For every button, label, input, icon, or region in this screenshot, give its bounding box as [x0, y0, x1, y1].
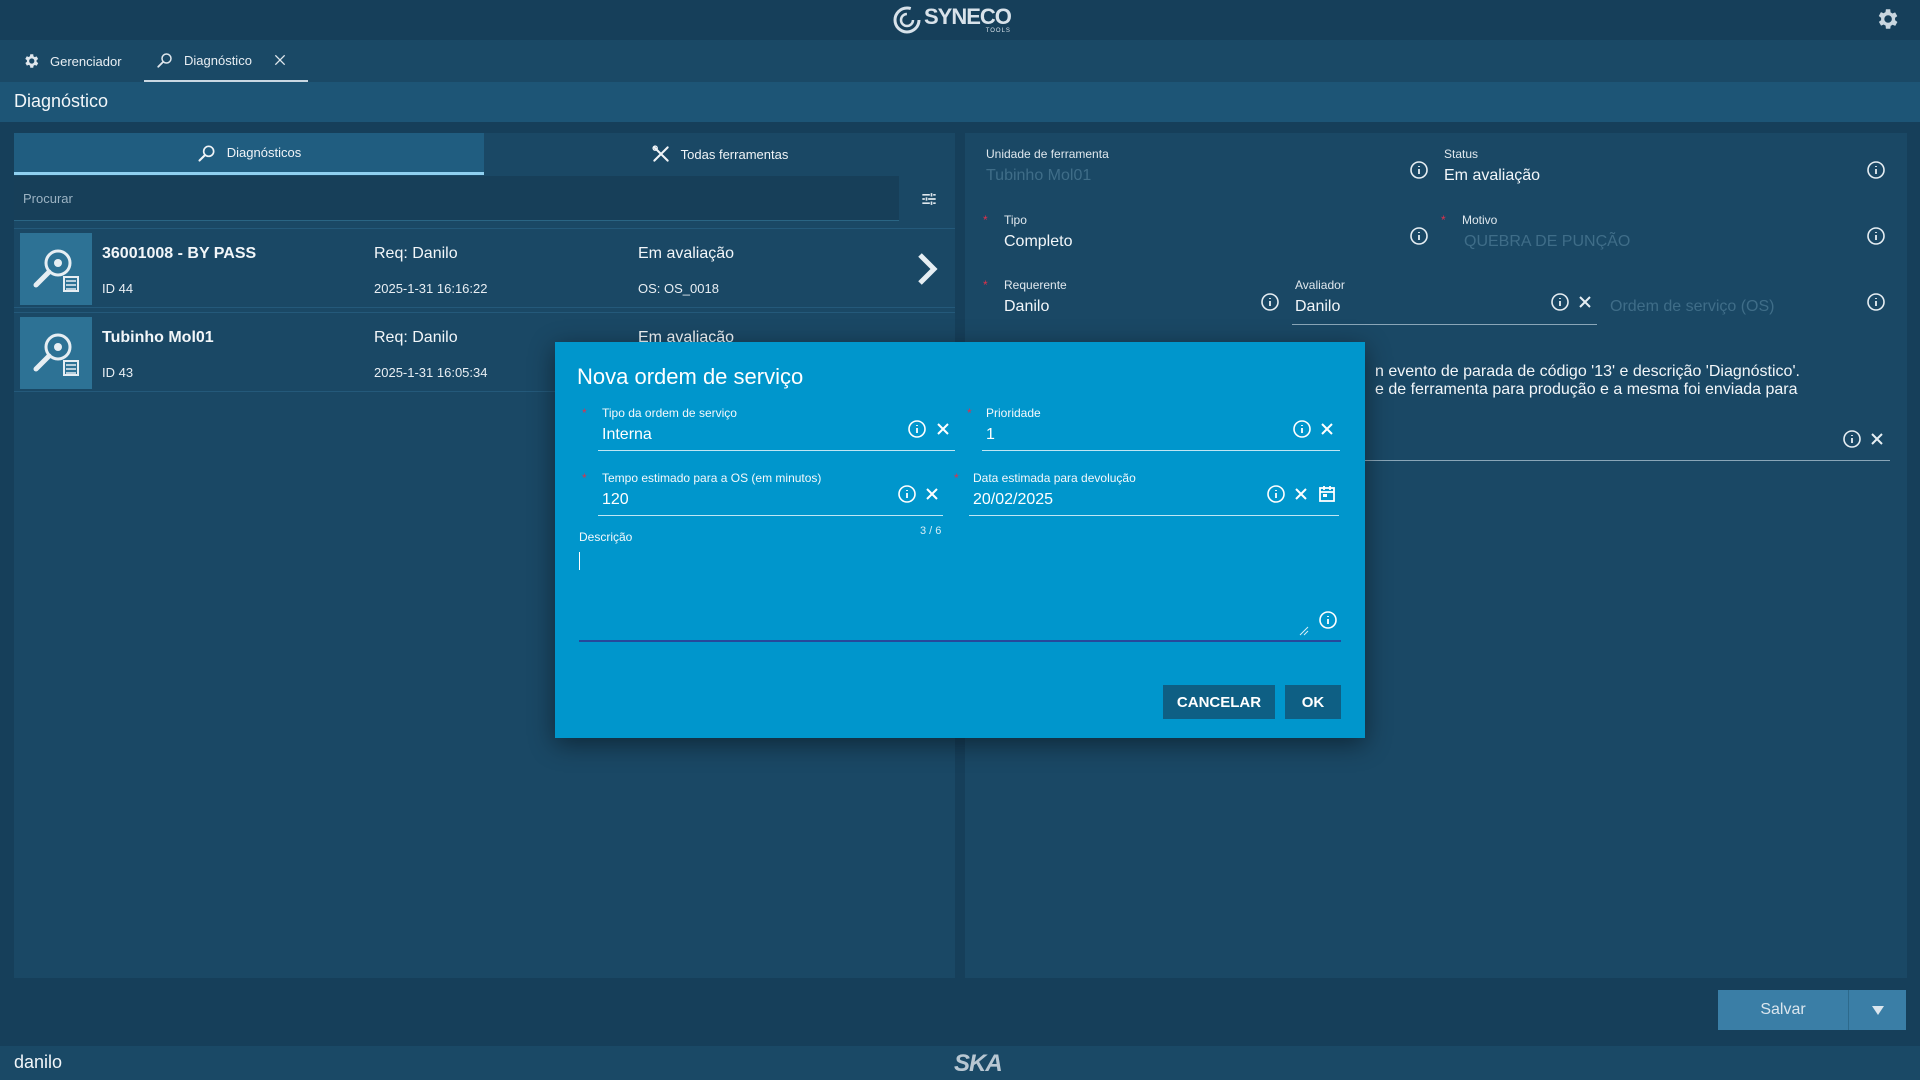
required-marker: * [967, 406, 972, 420]
tempo-estimado-value: 120 [602, 491, 629, 508]
tempo-estimado-label: Tempo estimado para a OS (em minutos) [602, 471, 822, 485]
tipo-os-label: Tipo da ordem de serviço [602, 406, 737, 420]
cancel-button[interactable]: CANCELAR [1163, 685, 1275, 719]
data-devolucao-label: Data estimada para devolução [973, 471, 1136, 485]
tipo-os-underline [598, 450, 955, 451]
prioridade-underline [982, 450, 1340, 451]
prioridade-value: 1 [986, 426, 995, 443]
clear-icon[interactable] [935, 421, 951, 437]
ok-button[interactable]: OK [1285, 685, 1341, 719]
tempo-estimado-underline [598, 515, 943, 516]
required-marker: * [582, 406, 587, 420]
new-service-order-dialog: Nova ordem de serviço * Tipo da ordem de… [555, 342, 1365, 738]
data-devolucao-value: 20/02/2025 [973, 491, 1054, 508]
required-marker: * [954, 471, 959, 485]
dialog-title: Nova ordem de serviço [577, 364, 804, 389]
descricao-textarea[interactable]: Descrição [579, 530, 1341, 642]
clear-icon[interactable] [924, 486, 940, 502]
clear-icon[interactable] [1293, 486, 1309, 502]
info-icon[interactable] [907, 419, 927, 439]
required-marker: * [582, 471, 587, 485]
info-icon[interactable] [897, 484, 917, 504]
resize-handle-icon[interactable] [1299, 626, 1309, 636]
tipo-os-value: Interna [602, 426, 652, 443]
descricao-label: Descrição [579, 530, 633, 544]
info-icon[interactable] [1292, 419, 1312, 439]
info-icon[interactable] [1266, 484, 1286, 504]
info-icon[interactable] [1318, 610, 1338, 630]
calendar-icon[interactable] [1317, 484, 1337, 504]
data-devolucao-underline [969, 515, 1339, 516]
text-cursor [579, 552, 580, 570]
prioridade-label: Prioridade [986, 406, 1041, 420]
clear-icon[interactable] [1319, 421, 1335, 437]
